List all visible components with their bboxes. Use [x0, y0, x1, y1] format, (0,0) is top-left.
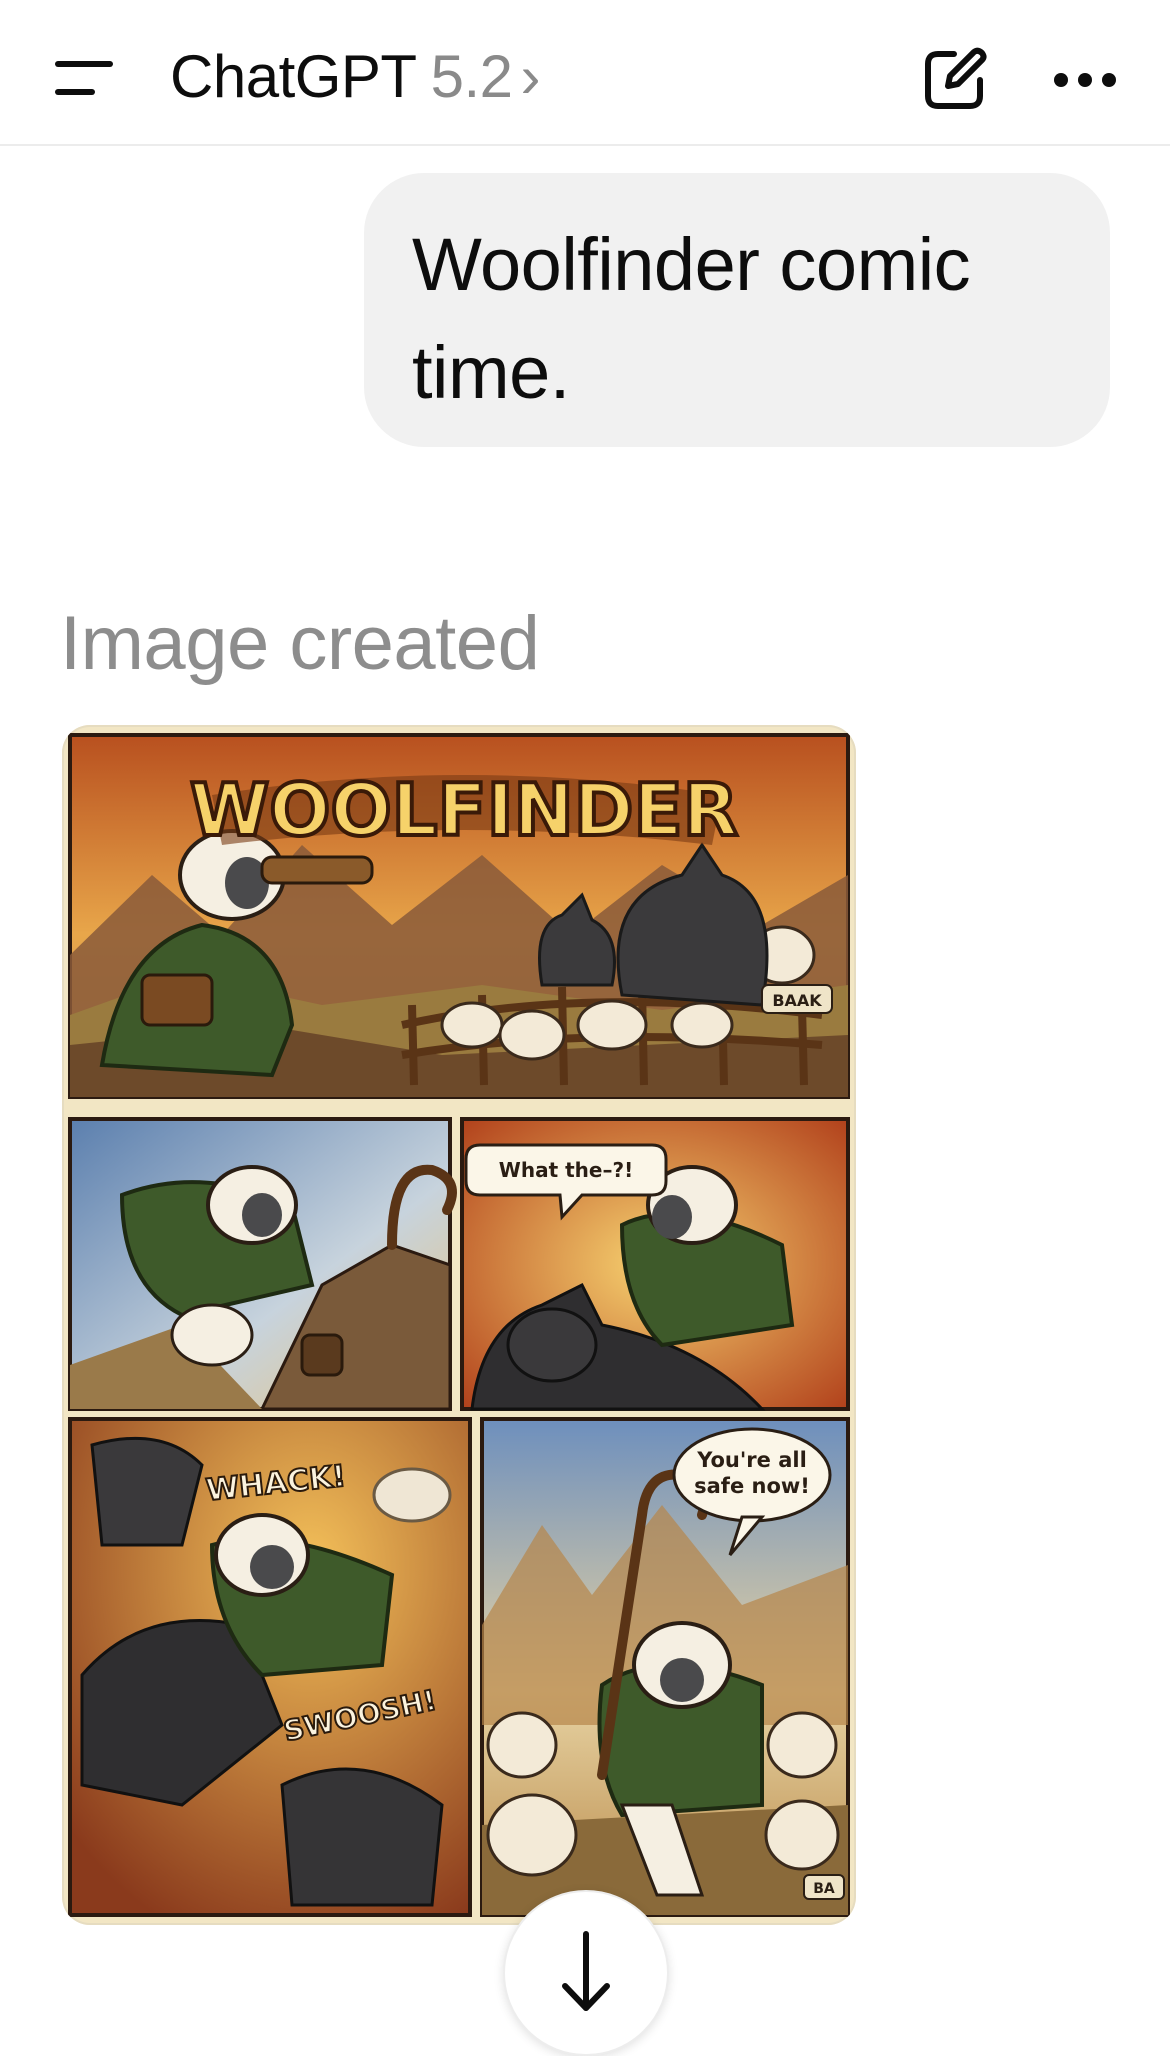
svg-text:BAAK: BAAK	[772, 991, 822, 1010]
menu-icon[interactable]	[52, 58, 116, 98]
model-version: 5.2	[430, 43, 513, 110]
generated-comic-image[interactable]: WOOLFINDER BAAK What the–?! WHACK! SWOOS…	[62, 725, 856, 1925]
model-selector[interactable]: ChatGPT 5.2 ›	[170, 42, 540, 111]
image-created-label: Image created	[60, 601, 540, 686]
sfx-baak: BAAK	[761, 984, 833, 1014]
svg-text:safe now!: safe now!	[694, 1474, 810, 1498]
top-bar: ChatGPT 5.2 ›	[0, 0, 1170, 146]
comic-panel-4: WHACK! SWOOSH!	[68, 1417, 472, 1917]
comic-panel-3: What the–?!	[460, 1117, 850, 1411]
edit-icon[interactable]	[920, 46, 988, 114]
download-button[interactable]	[503, 1890, 669, 2056]
more-icon[interactable]	[1052, 70, 1118, 90]
sfx-ba: BA	[803, 1874, 845, 1900]
chevron-right-icon: ›	[520, 43, 541, 110]
comic-title: WOOLFINDER	[190, 768, 738, 852]
comic-panel-2	[68, 1117, 457, 1411]
svg-text:You're all: You're all	[696, 1448, 807, 1472]
svg-text:What the–?!: What the–?!	[499, 1158, 633, 1182]
comic-panel-5: You're all safe now! BA	[480, 1417, 850, 1917]
app-name: ChatGPT	[170, 43, 417, 110]
comic-panel-1: WOOLFINDER BAAK	[68, 733, 850, 1099]
svg-text:BA: BA	[813, 1881, 835, 1897]
user-message-bubble: Woolfinder comic time.	[364, 173, 1110, 447]
download-arrow-icon	[562, 1931, 610, 2011]
